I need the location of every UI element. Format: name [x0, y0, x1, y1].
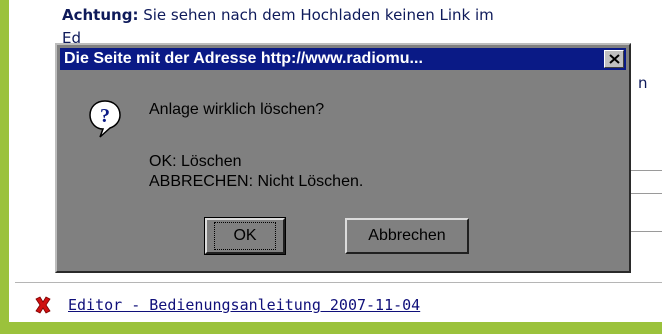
ok-button-label: OK: [214, 222, 276, 250]
dialog-cancel-hint: ABBRECHEN: Nicht Löschen.: [149, 173, 364, 190]
attachment-link[interactable]: Editor - Bedienungsanleitung 2007-11-04: [68, 296, 420, 314]
close-x-icon: [608, 54, 620, 64]
dialog-close-button[interactable]: [604, 50, 624, 68]
attachment-row: Editor - Bedienungsanleitung 2007-11-04: [34, 294, 420, 316]
question-icon: ?: [89, 100, 121, 138]
delete-x-icon[interactable]: [34, 296, 52, 314]
dialog-title: Die Seite mit der Adresse http://www.rad…: [64, 50, 423, 67]
warning-text: Sie sehen nach dem Hochladen keinen Link…: [143, 6, 494, 24]
dialog-ok-hint: OK: Löschen: [149, 153, 242, 170]
confirm-dialog: Die Seite mit der Adresse http://www.rad…: [55, 43, 631, 273]
divider: [15, 282, 662, 283]
warning-label: Achtung:: [62, 6, 139, 24]
text-fragment: n: [638, 74, 648, 92]
dialog-message: Anlage wirklich löschen?: [149, 101, 325, 118]
page-left-border: [0, 0, 9, 334]
cancel-button-label: Abbrechen: [368, 227, 446, 244]
cancel-button[interactable]: Abbrechen: [345, 218, 469, 254]
page-bottom-border: [0, 322, 662, 334]
ok-button[interactable]: OK: [204, 217, 286, 255]
dialog-titlebar[interactable]: Die Seite mit der Adresse http://www.rad…: [60, 48, 626, 70]
upload-warning: Achtung: Sie sehen nach dem Hochladen ke…: [62, 6, 662, 24]
svg-text:?: ?: [100, 105, 110, 127]
